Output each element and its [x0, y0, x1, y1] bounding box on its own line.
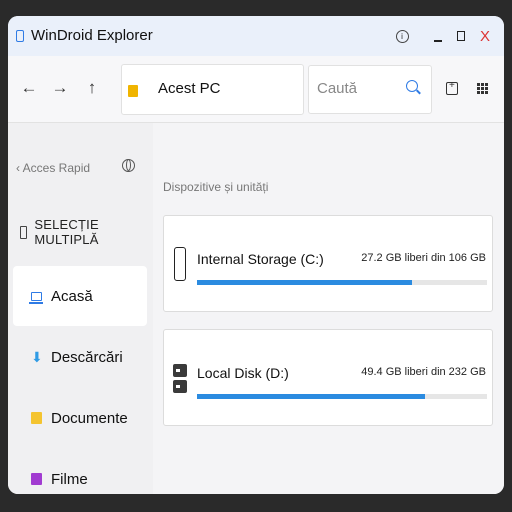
globe-icon[interactable] — [122, 159, 135, 172]
back-button[interactable]: ← — [17, 76, 41, 100]
folder-icon — [128, 85, 138, 97]
address-text: Acest PC — [158, 80, 221, 97]
close-button[interactable]: X — [473, 24, 497, 48]
info-icon: i — [395, 29, 409, 43]
sidebar-item-home[interactable]: Acasă — [13, 266, 147, 326]
address-bar[interactable]: Acest PC — [121, 64, 304, 115]
usage-fill — [197, 394, 426, 399]
main-content: Dispozitive și unități Internal Storage … — [154, 123, 504, 494]
multi-select-label: SELECȚIE MULTIPLĂ — [34, 217, 99, 247]
title-bar: WinDroid Explorer i X — [8, 16, 504, 56]
drive-name: Local Disk (D:) — [197, 365, 289, 381]
grid-view-icon[interactable] — [477, 83, 488, 94]
drive-free-space: 27.2 GB liberi din 106 GB — [361, 252, 486, 264]
sidebar-item-label: Descărcări — [51, 348, 123, 366]
quick-access-label: Acces Rapid — [22, 161, 91, 175]
home-icon — [29, 291, 43, 304]
drive-card-c[interactable]: Internal Storage (C:) 27.2 GB liberi din… — [163, 215, 493, 312]
multi-select-button[interactable]: SELECȚIE MULTIPLĂ — [20, 217, 153, 247]
search-icon[interactable] — [406, 80, 418, 92]
download-icon: ⬇ — [31, 349, 43, 365]
sidebar-item-downloads[interactable]: ⬇ Descărcări — [13, 327, 147, 387]
sidebar-item-label: Acasă — [51, 287, 93, 305]
checkbox-icon — [20, 225, 28, 239]
info-button[interactable]: i — [390, 24, 414, 48]
forward-button[interactable]: → — [48, 76, 72, 100]
sidebar-item-label: Filme — [51, 470, 88, 488]
quick-access-toggle[interactable]: ‹ Acces Rapid — [16, 161, 90, 175]
usage-bar — [197, 394, 487, 399]
drive-name: Internal Storage (C:) — [197, 251, 324, 267]
search-input[interactable] — [315, 79, 405, 98]
toolbar: ← → ↑ Acest PC — [8, 56, 504, 123]
maximize-button[interactable] — [449, 24, 473, 48]
explorer-window: WinDroid Explorer i X ← → ↑ Acest PC ‹ A… — [8, 16, 504, 494]
disk-icon — [173, 364, 187, 393]
search-box[interactable] — [308, 65, 432, 114]
sidebar-item-documents[interactable]: Documente — [13, 388, 147, 448]
up-button[interactable]: ↑ — [80, 76, 104, 100]
maximize-icon — [457, 31, 465, 41]
minimize-icon — [434, 40, 442, 42]
usage-fill — [197, 280, 413, 285]
drive-free-space: 49.4 GB liberi din 232 GB — [361, 366, 486, 378]
phone-icon — [174, 247, 186, 281]
film-icon — [31, 473, 42, 485]
section-title: Dispozitive și unități — [163, 180, 269, 194]
new-folder-icon[interactable] — [446, 80, 458, 95]
window-title: WinDroid Explorer — [31, 27, 153, 44]
sidebar: ‹ Acces Rapid SELECȚIE MULTIPLĂ Acasă ⬇ … — [8, 123, 153, 494]
sidebar-item-label: Documente — [51, 409, 128, 427]
usage-bar — [197, 280, 487, 285]
drive-card-d[interactable]: Local Disk (D:) 49.4 GB liberi din 232 G… — [163, 329, 493, 426]
sidebar-item-films[interactable]: Filme — [13, 449, 147, 494]
document-icon — [31, 412, 42, 424]
app-icon — [16, 30, 24, 42]
minimize-button[interactable] — [426, 24, 450, 48]
